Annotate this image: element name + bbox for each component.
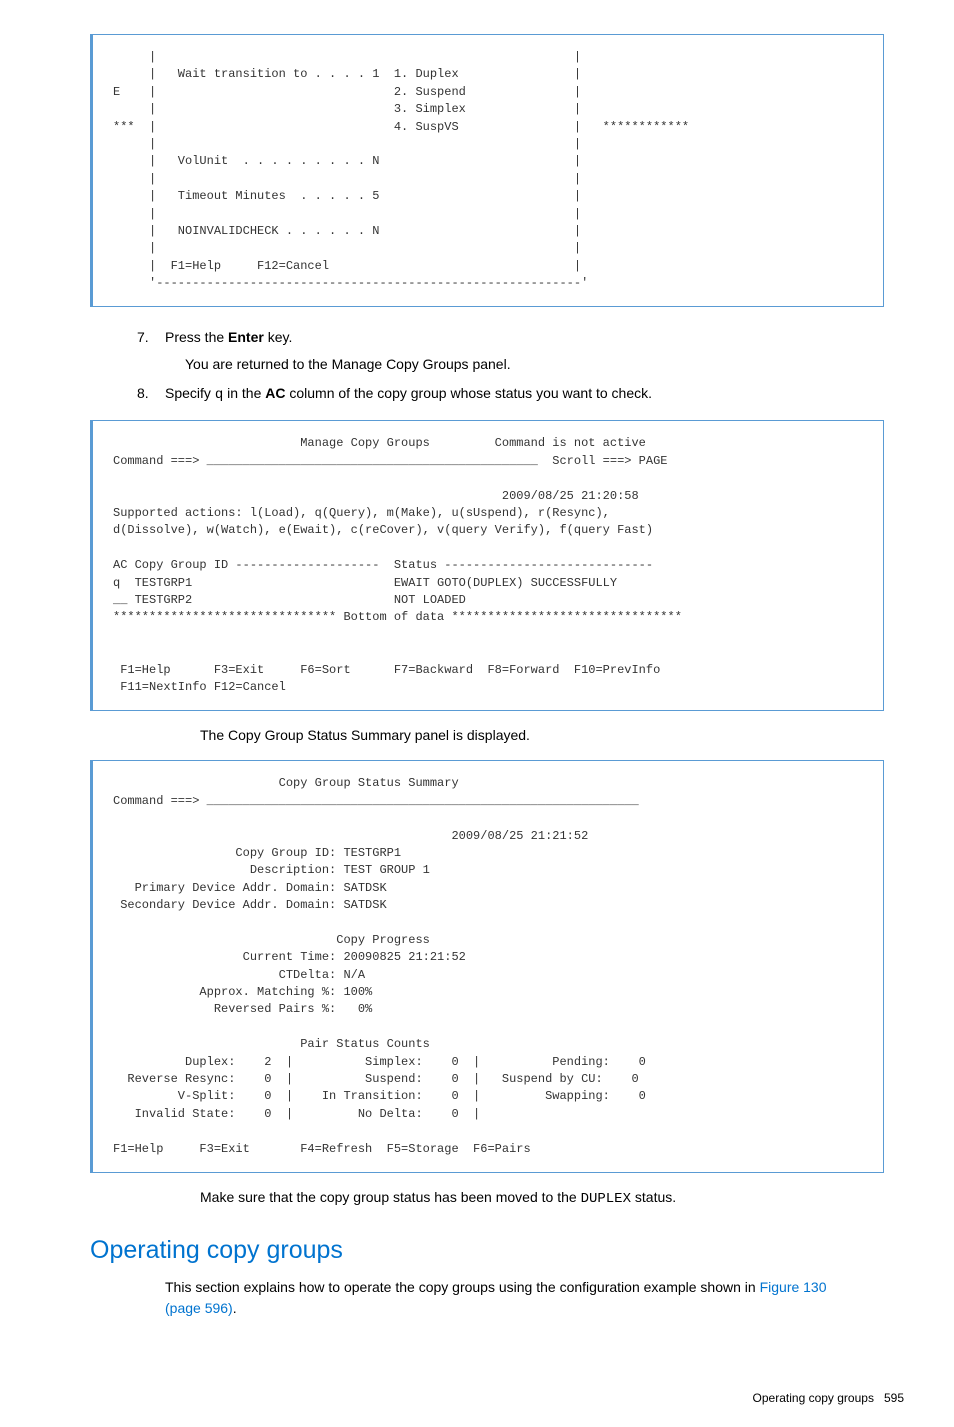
step-text-bold: AC (265, 385, 285, 401)
caption-2-pre: Make sure that the copy group status has… (200, 1189, 581, 1205)
terminal-panel-manage-copy-groups: Manage Copy Groups Command is not active… (90, 420, 884, 711)
footer-page: 595 (884, 1391, 904, 1405)
step-7: 7. Press the Enter key. You are returned… (165, 327, 924, 375)
page-footer: Operating copy groups 595 (30, 1389, 924, 1407)
step-text-pre: Press the (165, 329, 228, 345)
terminal-panel-wait-transition: | | | Wait transition to . . . . 1 1. Du… (90, 34, 884, 307)
step-text-mid: in the (223, 385, 265, 401)
step-text-post: key. (264, 329, 293, 345)
caption-1: The Copy Group Status Summary panel is d… (200, 725, 924, 746)
terminal-content-3: Copy Group Status Summary Command ===> _… (113, 775, 863, 1158)
caption-2-code: DUPLEX (581, 1191, 631, 1207)
step-text-code: q (215, 387, 223, 403)
section-body-post: . (233, 1300, 237, 1316)
terminal-content-2: Manage Copy Groups Command is not active… (113, 435, 863, 696)
step-text-bold: Enter (228, 329, 264, 345)
step-text-post: column of the copy group whose status yo… (285, 385, 652, 401)
step-subtext: You are returned to the Manage Copy Grou… (185, 354, 924, 375)
step-number: 8. (137, 383, 149, 404)
section-body: This section explains how to operate the… (165, 1277, 864, 1319)
caption-2-post: status. (631, 1189, 676, 1205)
instruction-steps: 7. Press the Enter key. You are returned… (165, 327, 924, 406)
terminal-content-1: | | | Wait transition to . . . . 1 1. Du… (113, 49, 863, 292)
section-body-pre: This section explains how to operate the… (165, 1279, 760, 1295)
section-heading: Operating copy groups (90, 1232, 924, 1270)
step-number: 7. (137, 327, 149, 348)
step-text-pre: Specify (165, 385, 215, 401)
caption-2: Make sure that the copy group status has… (200, 1187, 924, 1210)
terminal-panel-status-summary: Copy Group Status Summary Command ===> _… (90, 760, 884, 1173)
footer-text: Operating copy groups (753, 1391, 874, 1405)
step-8: 8. Specify q in the AC column of the cop… (165, 383, 924, 406)
